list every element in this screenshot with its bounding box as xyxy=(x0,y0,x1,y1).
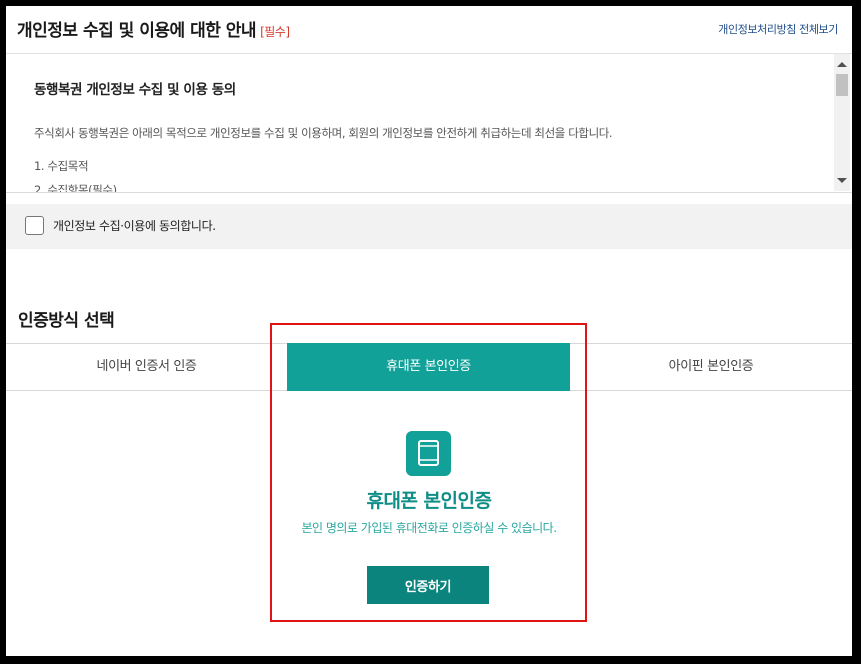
terms-item: 2. 수집항목(필수) xyxy=(34,183,117,193)
terms-box[interactable]: 동행복권 개인정보 수집 및 이용 동의 주식회사 동행복권은 아래의 목적으로… xyxy=(6,54,852,193)
verify-button[interactable]: 인증하기 xyxy=(367,566,489,604)
auth-section-title: 인증방식 선택 xyxy=(18,311,115,331)
terms-scrollbar[interactable] xyxy=(834,54,850,191)
auth-content-description: 본인 명의로 가입된 휴대전화로 인증하실 수 있습니다. xyxy=(301,521,557,535)
scroll-thumb[interactable] xyxy=(836,74,848,96)
tab-naver-cert[interactable]: 네이버 인증서 인증 xyxy=(6,344,287,390)
scroll-down-arrow-icon[interactable] xyxy=(837,178,847,183)
agree-bar: 개인정보 수집·이용에 동의합니다. xyxy=(6,204,852,249)
terms-heading: 동행복권 개인정보 수집 및 이용 동의 xyxy=(34,82,236,98)
tab-phone-auth[interactable]: 휴대폰 본인인증 xyxy=(287,343,570,391)
terms-intro: 주식회사 동행복권은 아래의 목적으로 개인정보를 수집 및 이용하며, 회원의… xyxy=(34,126,613,140)
required-tag: [필수] xyxy=(260,25,290,39)
app-window: 개인정보 수집 및 이용에 대한 안내 [필수] 개인정보처리방침 전체보기 동행… xyxy=(6,6,852,656)
page-title: 개인정보 수집 및 이용에 대한 안내 [필수] xyxy=(17,16,290,41)
terms-item: 1. 수집목적 xyxy=(34,159,89,173)
tab-ipin-auth[interactable]: 아이핀 본인인증 xyxy=(570,344,852,390)
header: 개인정보 수집 및 이용에 대한 안내 [필수] 개인정보처리방침 전체보기 xyxy=(6,6,852,54)
page-title-text: 개인정보 수집 및 이용에 대한 안내 xyxy=(17,21,257,41)
privacy-policy-link[interactable]: 개인정보처리방침 전체보기 xyxy=(718,21,838,37)
phone-icon xyxy=(406,431,451,476)
agree-checkbox[interactable] xyxy=(25,216,44,235)
auth-tabs: 네이버 인증서 인증 휴대폰 본인인증 아이핀 본인인증 xyxy=(6,343,852,391)
auth-content-title: 휴대폰 본인인증 xyxy=(366,490,492,512)
scroll-up-arrow-icon[interactable] xyxy=(837,62,847,67)
agree-label[interactable]: 개인정보 수집·이용에 동의합니다. xyxy=(53,217,216,234)
